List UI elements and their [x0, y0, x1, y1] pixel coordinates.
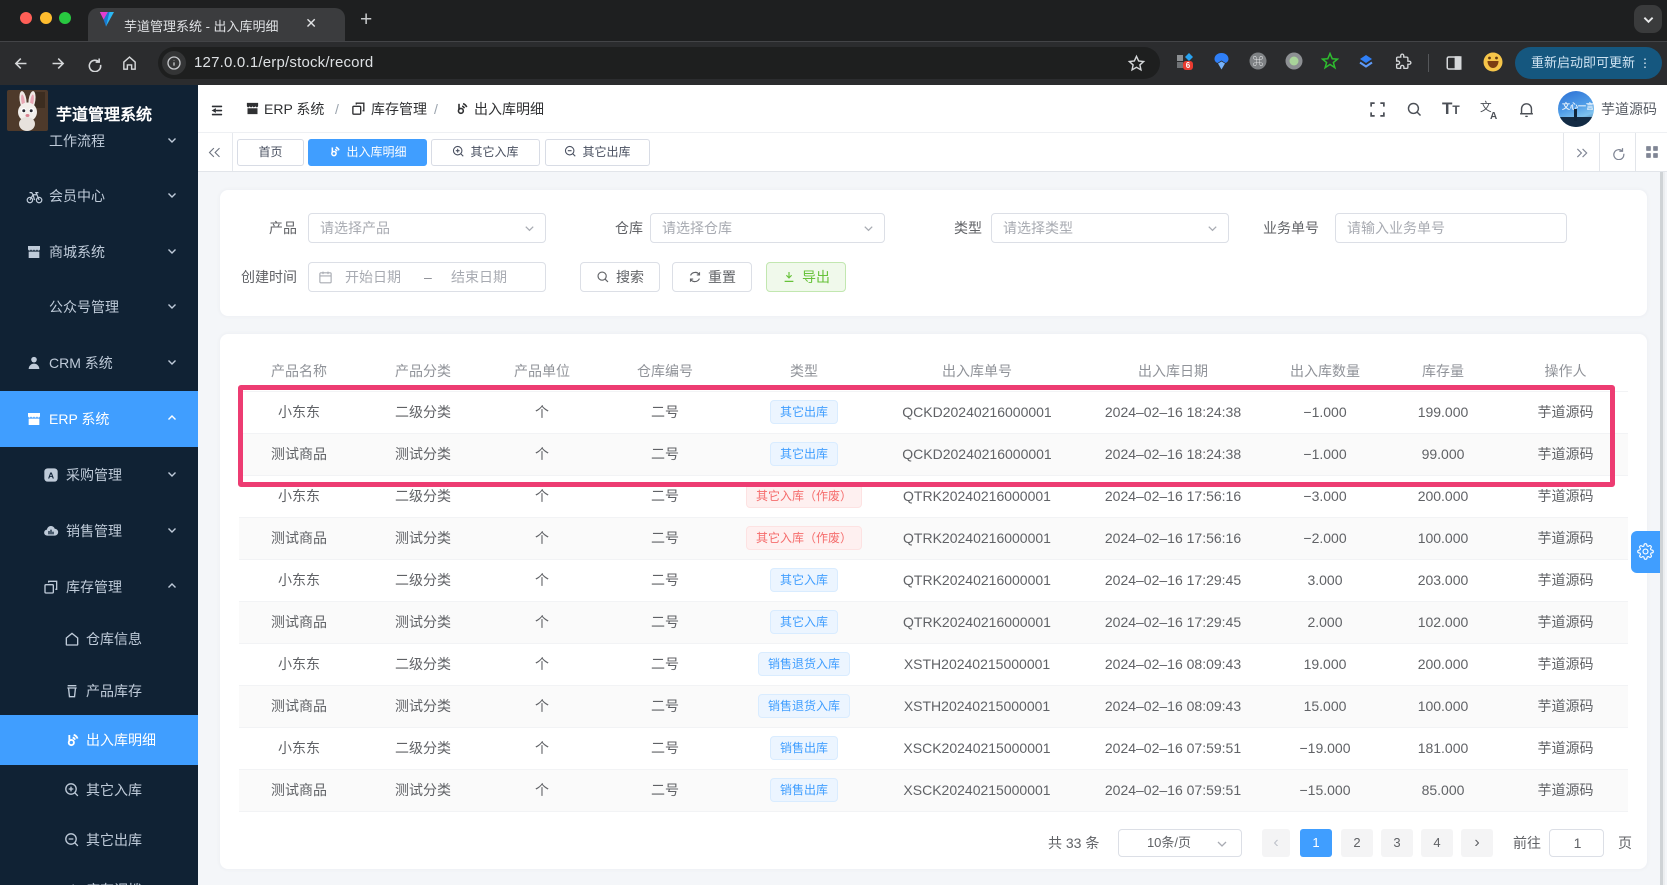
svg-text:A: A — [1490, 111, 1497, 120]
svg-text:A: A — [48, 470, 55, 480]
svg-text:⌘: ⌘ — [1253, 55, 1264, 68]
svg-text:6: 6 — [1186, 61, 1191, 70]
